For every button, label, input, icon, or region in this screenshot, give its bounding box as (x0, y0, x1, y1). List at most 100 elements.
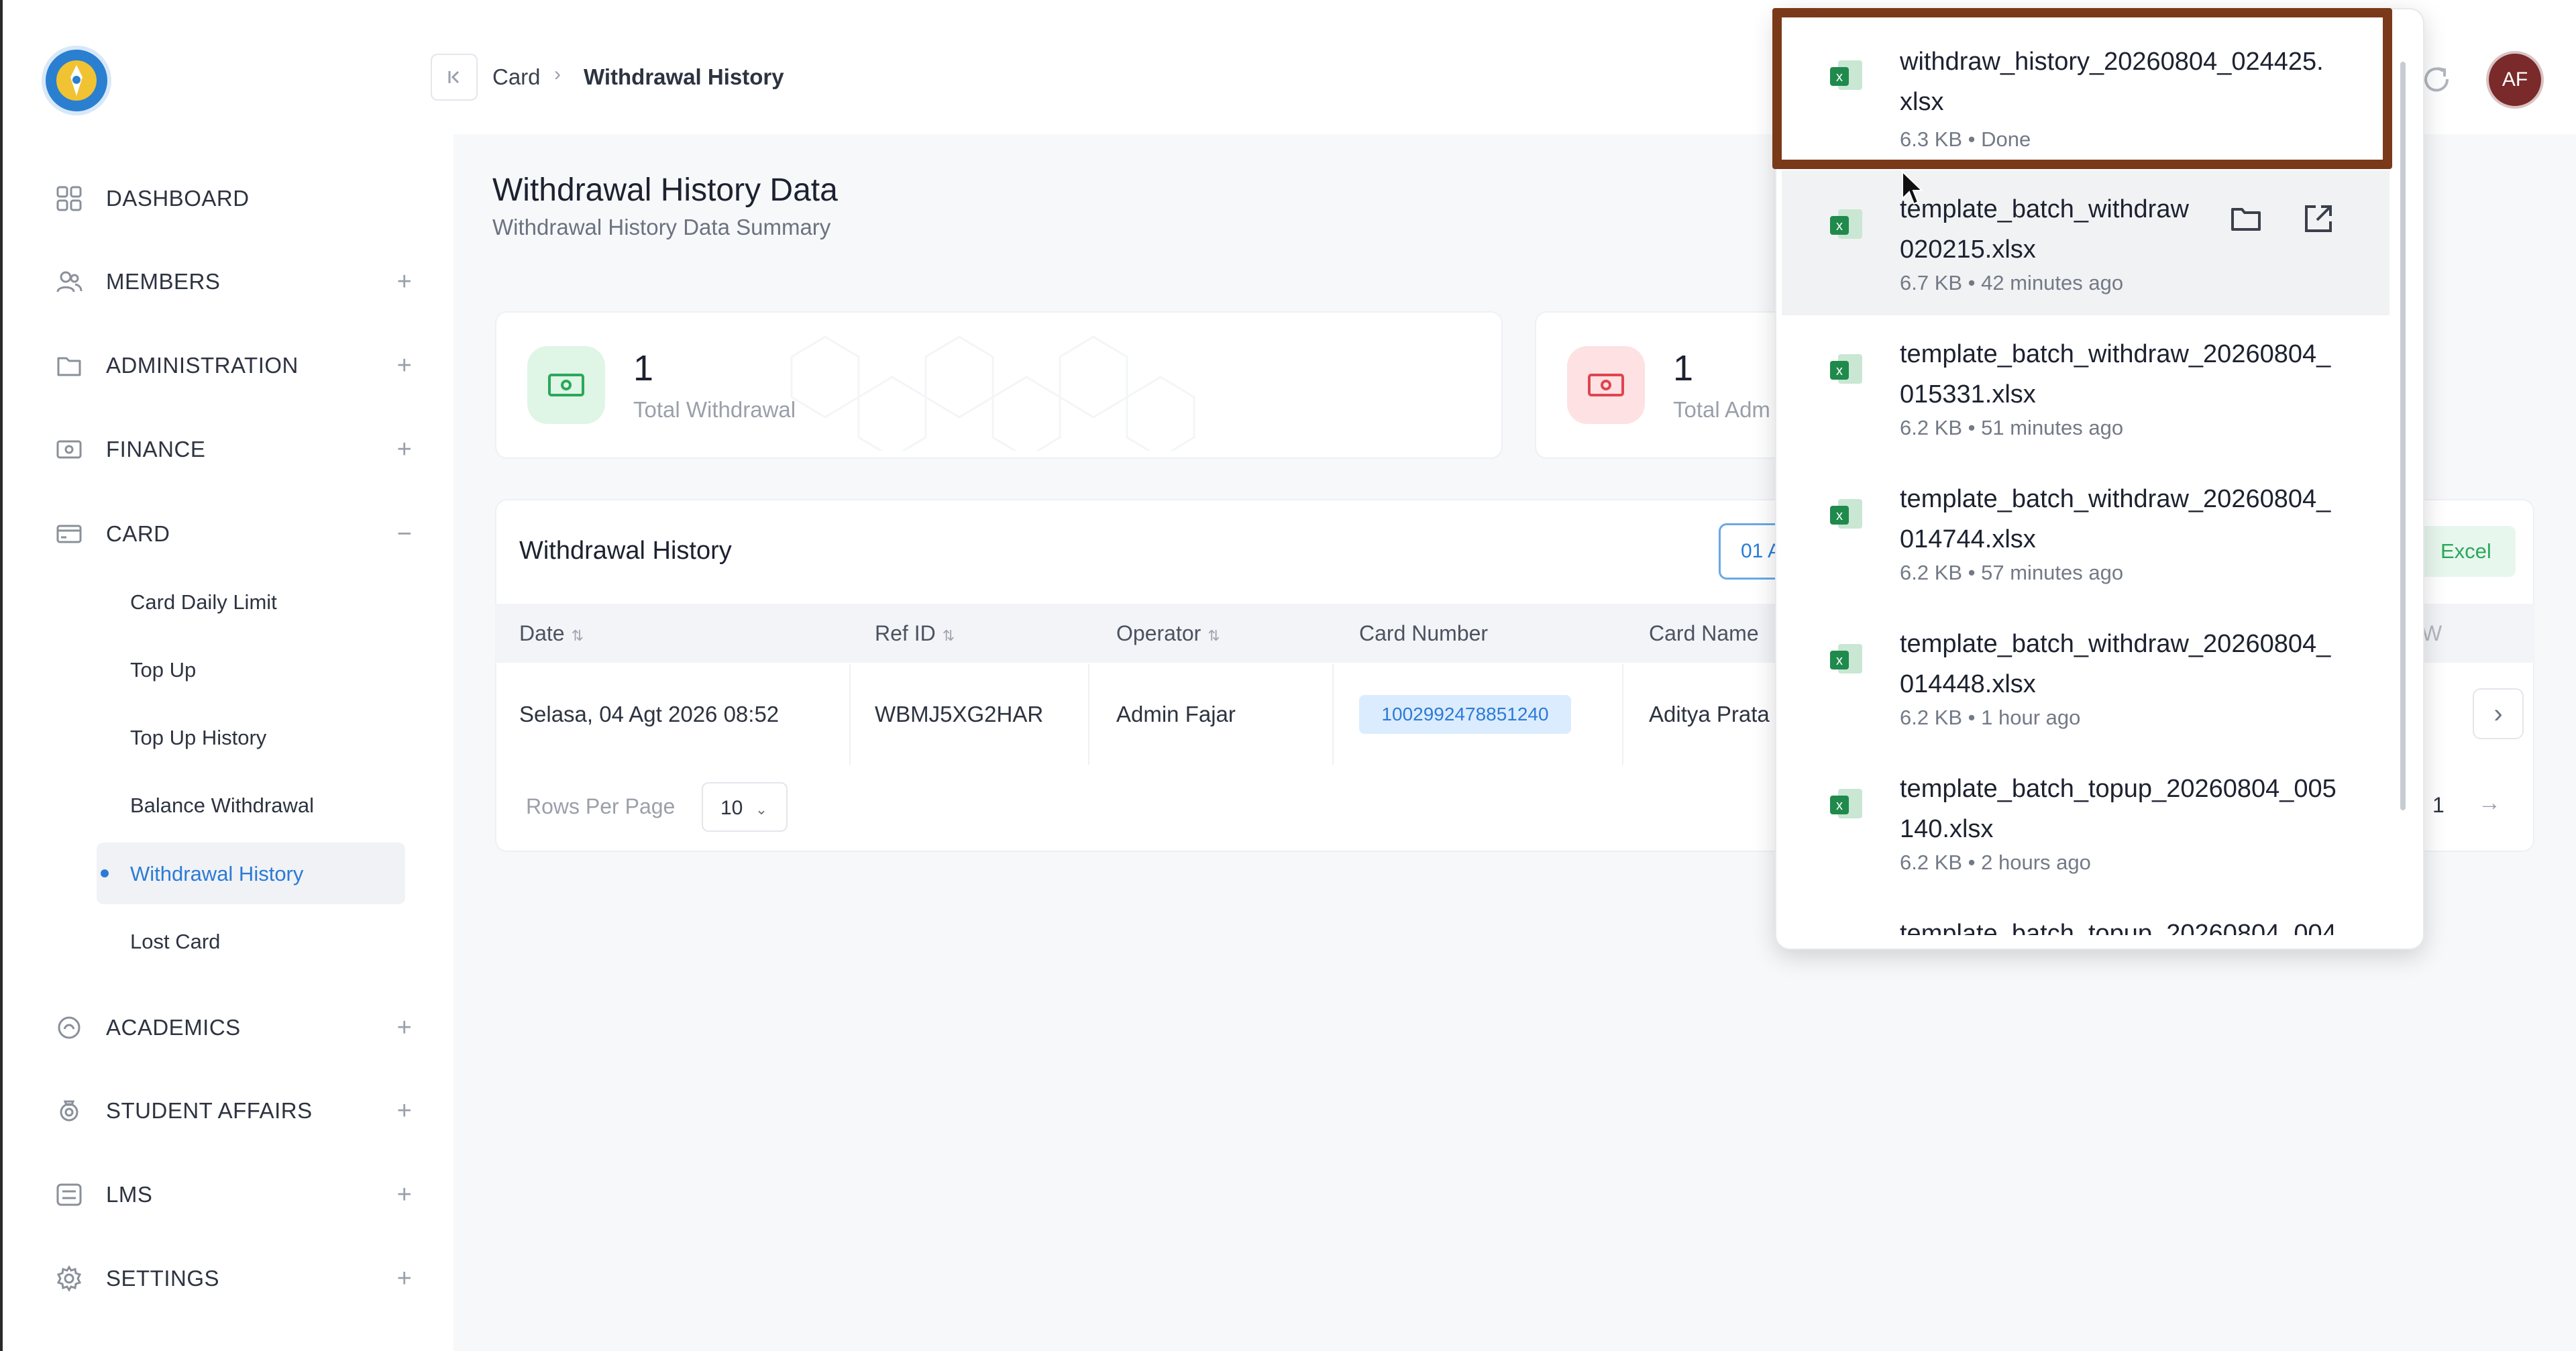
sidebar-subitem-top-up[interactable]: Top Up (130, 658, 196, 682)
download-item-partial[interactable]: template_batch_topup_20260804_004 (1782, 895, 2390, 935)
sidebar-item-student-affairs[interactable]: STUDENT AFFAIRS + (54, 1084, 416, 1138)
hexagon-pattern-decoration (790, 335, 1195, 451)
svg-text:x: x (1836, 364, 1843, 378)
expand-plus-icon[interactable]: + (393, 1182, 416, 1207)
download-item[interactable]: x template_batch_withdraw_20260804_ 0144… (1782, 605, 2390, 750)
gear-icon (54, 1263, 85, 1294)
money-icon (54, 434, 85, 465)
stat-value-total-admin: 1 (1673, 348, 1694, 388)
download-file-name: template_batch_withdraw_20260804_ 014448… (1900, 630, 2331, 698)
stat-label-total-admin: Total Adm (1673, 397, 1770, 422)
app-logo[interactable] (42, 46, 111, 115)
download-file-name: template_batch_topup_20260804_005 140.xl… (1900, 775, 2337, 843)
breadcrumb-current: Withdrawal History (584, 64, 784, 89)
sort-icon[interactable]: ⇅ (1208, 627, 1220, 644)
column-header-card-number: Card Number (1359, 621, 1489, 645)
download-file-meta: 6.2 KB • 1 hour ago (1900, 706, 2081, 729)
expand-plus-icon[interactable]: + (393, 1266, 416, 1291)
collapse-minus-icon[interactable]: − (393, 521, 416, 547)
sidebar-item-dashboard[interactable]: DASHBOARD (54, 172, 416, 225)
column-divider (849, 664, 851, 765)
download-item[interactable]: x template_batch_topup_20260804_005 140.… (1782, 750, 2390, 895)
rows-per-page-select[interactable]: 10 ⌄ (702, 782, 788, 832)
column-header-ref-id[interactable]: Ref ID ⇅ (875, 621, 955, 646)
rows-per-page-label: Rows Per Page (526, 794, 676, 818)
excel-file-icon: x (1830, 644, 1862, 673)
sort-icon[interactable]: ⇅ (572, 627, 584, 644)
column-header-operator[interactable]: Operator ⇅ (1116, 621, 1220, 646)
collapse-sidebar-button[interactable] (431, 54, 478, 101)
sidebar-item-label: MEMBERS (106, 269, 221, 294)
open-external-icon[interactable] (2298, 199, 2339, 239)
page-title: Withdrawal History Data (492, 172, 838, 208)
cell-card-number-badge[interactable]: 1002992478851240 (1359, 695, 1571, 734)
expand-plus-icon[interactable]: + (393, 353, 416, 378)
expand-plus-icon[interactable]: + (393, 1015, 416, 1040)
card-icon (54, 519, 85, 549)
stat-value-total-withdrawal: 1 (633, 348, 654, 388)
breadcrumb-parent[interactable]: Card (492, 64, 541, 90)
column-divider (1088, 664, 1089, 765)
column-header-date[interactable]: Date ⇅ (519, 621, 584, 646)
badge-icon (54, 1095, 85, 1126)
folder-icon (54, 350, 85, 381)
sidebar-subitem-withdrawal-history[interactable]: Withdrawal History (130, 862, 303, 886)
cell-ref-id: WBMJ5XG2HAR (875, 702, 1044, 726)
expand-plus-icon[interactable]: + (393, 437, 416, 462)
sidebar-item-label: ACADEMICS (106, 1015, 241, 1040)
pagination-page-number[interactable]: 1 (2432, 793, 2445, 818)
sidebar-item-label: SETTINGS (106, 1266, 220, 1291)
column-divider (1332, 664, 1334, 765)
sidebar-subitem-balance-withdrawal[interactable]: Balance Withdrawal (130, 794, 314, 818)
download-file-name: template_batch_withdraw_20260804_ 014744… (1900, 485, 2331, 553)
expand-plus-icon[interactable]: + (393, 1098, 416, 1124)
column-header-truncated: W (2422, 621, 2443, 645)
active-dot-icon (101, 869, 109, 877)
sidebar-item-label: CARD (106, 521, 170, 546)
highlight-annotation-box (1772, 8, 2392, 169)
sort-icon[interactable]: ⇅ (943, 627, 955, 644)
svg-text:x: x (1836, 653, 1843, 668)
sidebar-item-label: STUDENT AFFAIRS (106, 1098, 313, 1123)
download-item[interactable]: x template_batch_withdraw_20260804_ 0147… (1782, 460, 2390, 605)
sidebar-subitem-card-daily-limit[interactable]: Card Daily Limit (130, 590, 277, 614)
sidebar-item-label: LMS (106, 1182, 153, 1207)
sidebar-item-administration[interactable]: ADMINISTRATION + (54, 339, 416, 392)
sidebar-subitem-top-up-history[interactable]: Top Up History (130, 726, 266, 750)
emblem-icon (56, 60, 97, 101)
show-in-folder-icon[interactable] (2226, 199, 2266, 239)
download-file-meta: 6.2 KB • 51 minutes ago (1900, 416, 2124, 439)
mouse-cursor-icon (1902, 170, 1924, 205)
cell-date: Selasa, 04 Agt 2026 08:52 (519, 702, 780, 726)
rows-per-page-value: 10 (720, 797, 743, 819)
user-avatar[interactable]: AF (2486, 51, 2544, 109)
sidebar-item-finance[interactable]: FINANCE + (54, 423, 416, 476)
sidebar-item-label: DASHBOARD (106, 186, 250, 211)
sidebar-item-card[interactable]: CARD − (54, 507, 416, 561)
table-title: Withdrawal History (519, 537, 732, 565)
download-file-name: template_batch_topup_20260804_004 (1900, 920, 2337, 935)
download-file-meta: 6.2 KB • 57 minutes ago (1900, 561, 2124, 584)
download-file-meta: 6.2 KB • 2 hours ago (1900, 851, 2091, 874)
downloads-scrollbar[interactable] (2400, 62, 2406, 810)
sidebar-item-members[interactable]: MEMBERS + (54, 255, 416, 309)
pagination-next-arrow-icon[interactable]: → (2478, 790, 2501, 816)
sidebar-item-lms[interactable]: LMS + (54, 1168, 416, 1222)
page-subtitle: Withdrawal History Data Summary (492, 215, 831, 239)
sidebar-subitem-lost-card[interactable]: Lost Card (130, 930, 220, 954)
cell-operator: Admin Fajar (1116, 702, 1236, 726)
excel-file-icon: x (1830, 354, 1862, 384)
breadcrumb-separator-icon: › (554, 63, 561, 85)
export-excel-button[interactable]: Excel (2415, 526, 2516, 577)
sidebar-item-label: ADMINISTRATION (106, 353, 299, 378)
download-item[interactable]: x template_batch_withdraw_20260804_ 0153… (1782, 315, 2390, 460)
expand-plus-icon[interactable]: + (393, 269, 416, 294)
sidebar-item-settings[interactable]: SETTINGS + (54, 1252, 416, 1305)
list-icon (54, 1179, 85, 1210)
money-icon (527, 346, 605, 424)
download-item[interactable]: x template_batch_withdraw 020215.xlsx 6.… (1782, 170, 2390, 315)
sidebar-item-academics[interactable]: ACADEMICS + (54, 1001, 416, 1055)
svg-text:x: x (1836, 219, 1843, 233)
row-chevron-right-icon[interactable]: › (2473, 688, 2524, 739)
sidebar: DASHBOARD MEMBERS + ADMINISTRATION + FIN… (0, 0, 453, 1351)
